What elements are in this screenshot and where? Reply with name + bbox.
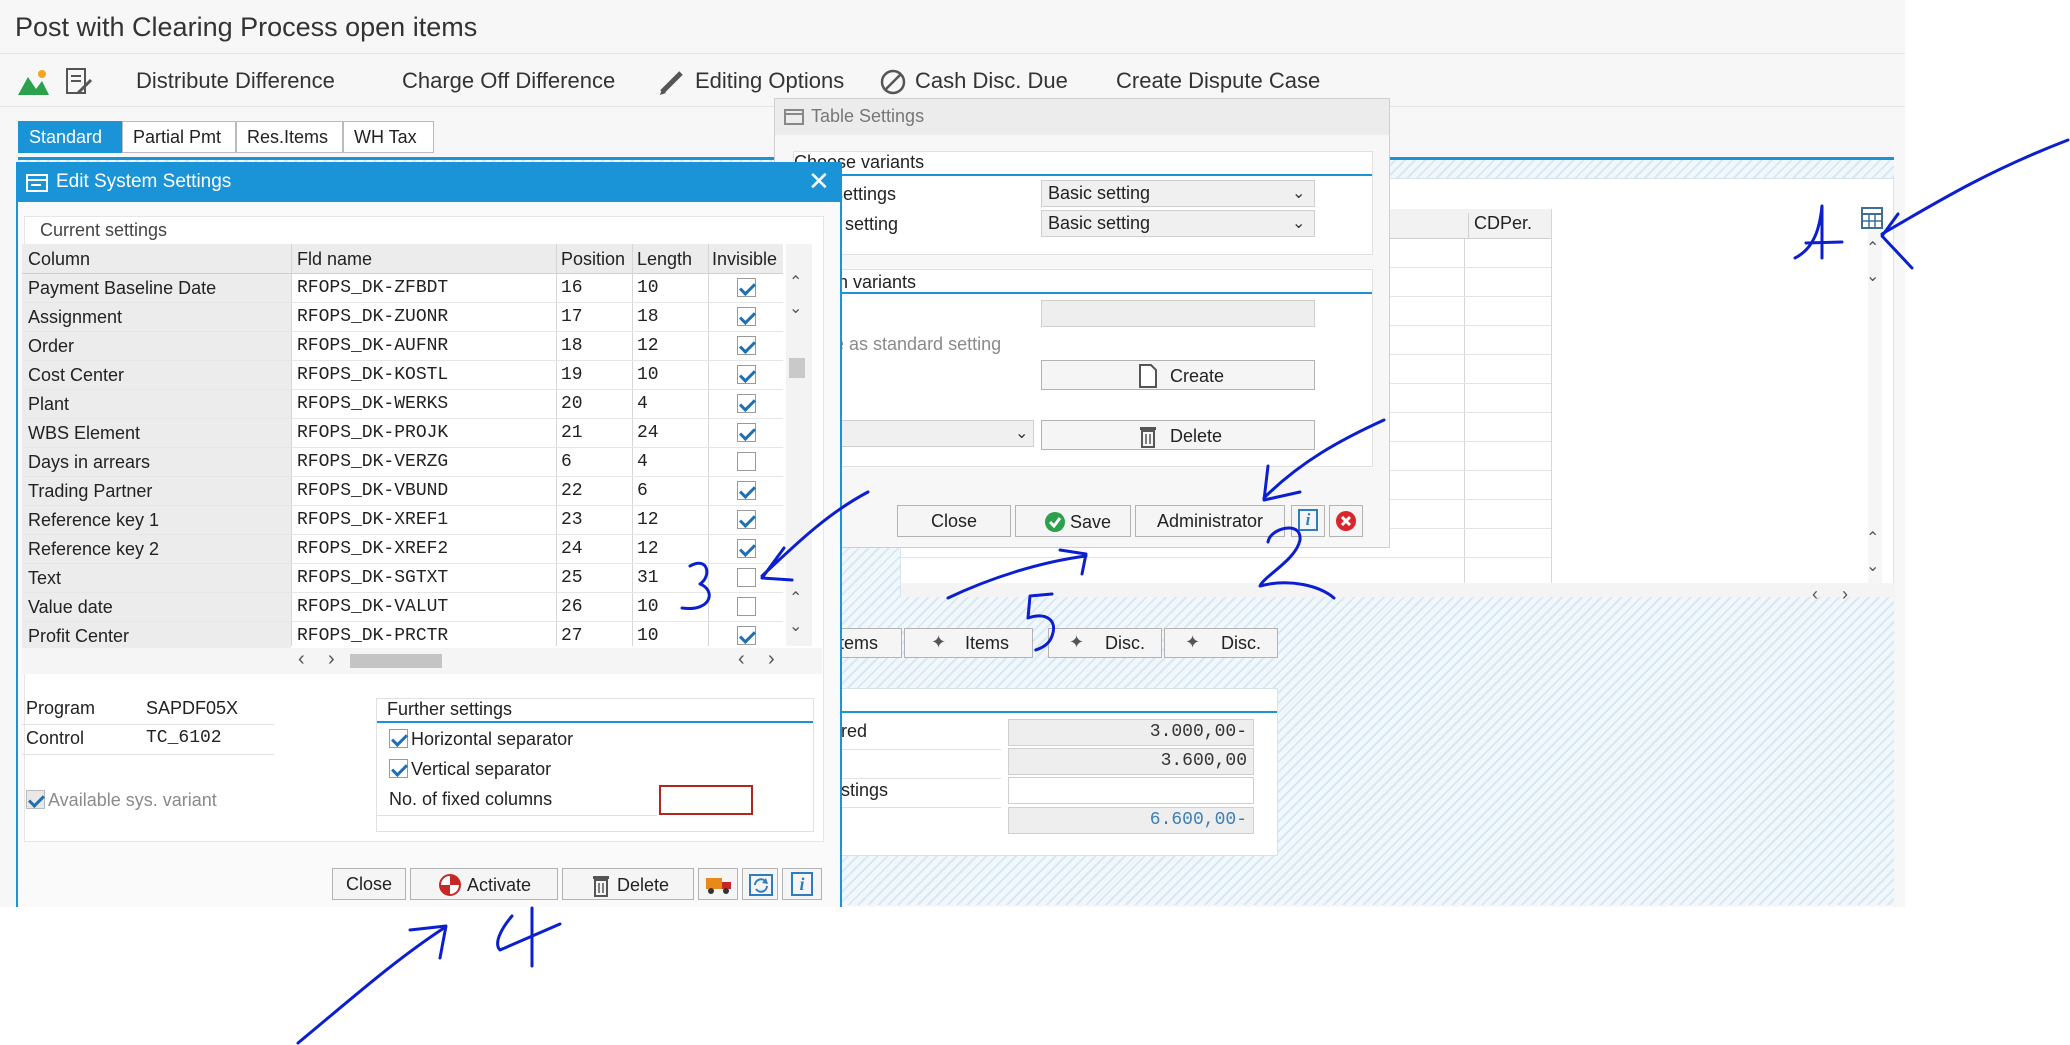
annotation-arrow-3 <box>760 490 870 582</box>
annotation-number-2 <box>1258 526 1336 600</box>
annotation-number-5 <box>1026 592 1055 652</box>
annotation-arrow-1 <box>1880 138 2070 270</box>
annotation-arrow-2 <box>1262 418 1386 502</box>
annotation-number-3 <box>680 561 711 610</box>
annotation-arrow-5 <box>946 548 1088 600</box>
annotation-number-1 <box>1793 204 1844 260</box>
annotation-arrow-4 <box>296 924 448 1045</box>
handwritten-annotations <box>296 138 2070 1045</box>
annotation-number-4 <box>496 906 562 968</box>
